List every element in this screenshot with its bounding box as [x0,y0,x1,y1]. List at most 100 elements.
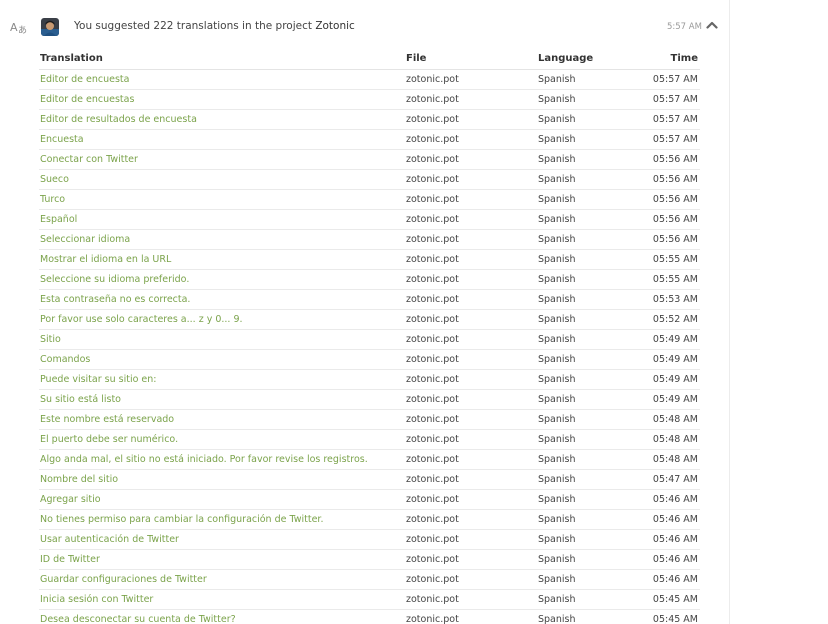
table-row: Inicia sesión con Twitter zotonic.pot Span… [39,590,700,610]
translation-link[interactable]: Mostrar el idioma en la URL [40,253,171,266]
file-name: zotonic.pot [406,414,459,425]
table-row: El puerto debe ser numérico. zotonic.pot S… [39,430,700,450]
file-name: zotonic.pot [406,434,459,445]
file-name: zotonic.pot [406,294,459,305]
translation-link[interactable]: Su sitio está listo [40,393,121,406]
table-row: Turco zotonic.pot Spanish 05:56 AM [39,190,700,210]
language-name: Spanish [538,294,576,305]
file-name: zotonic.pot [406,594,459,605]
table-row: Seleccione su idioma preferido. zotonic.p… [39,270,700,290]
file-name: zotonic.pot [406,194,459,205]
translation-link[interactable]: Algo anda mal, el sitio no está iniciado… [40,453,368,466]
translation-link[interactable]: ID de Twitter [40,553,100,566]
row-time: 05:56 AM [652,174,698,185]
translation-link[interactable]: Desea desconectar su cuenta de Twitter? [40,613,236,624]
table-row: Este nombre está reservado zotonic.pot Spa… [39,410,700,430]
row-time: 05:57 AM [652,74,698,85]
translation-link[interactable]: No tienes permiso para cambiar la config… [40,513,323,526]
file-name: zotonic.pot [406,354,459,365]
language-name: Spanish [538,174,576,185]
translation-link[interactable]: Nombre del sitio [40,473,118,486]
table-row: Esta contraseña no es correcta. zotonic.p… [39,290,700,310]
language-name: Spanish [538,94,576,105]
translation-link[interactable]: Sitio [40,333,61,346]
row-time: 05:48 AM [652,454,698,465]
table-row: Por favor use solo caracteres a... z y 0… [39,310,700,330]
translation-link[interactable]: Español [40,213,77,226]
translation-link[interactable]: Editor de encuesta [40,73,129,86]
file-name: zotonic.pot [406,614,459,624]
table-row: Editor de encuestas zotonic.pot Spanish 05:… [39,90,700,110]
column-header-language: Language [538,53,594,64]
row-time: 05:48 AM [652,414,698,425]
translations-table: Translation File Language Time Editor de… [39,50,700,624]
activity-feed: A あ You suggested 222 translations in th… [0,0,828,624]
table-row: Usar autenticación de Twitter zotonic.pot… [39,530,700,550]
table-row: Conectar con Twitter zotonic.pot Spanish 05… [39,150,700,170]
table-row: Puede visitar su sitio en: zotonic.pot Spa… [39,370,700,390]
file-name: zotonic.pot [406,394,459,405]
language-name: Spanish [538,214,576,225]
row-time: 05:45 AM [652,614,698,624]
svg-text:A: A [10,21,18,34]
language-name: Spanish [538,254,576,265]
table-row: Sueco zotonic.pot Spanish 05:56 AM [39,170,700,190]
language-name: Spanish [538,114,576,125]
translation-link[interactable]: Agregar sitio [40,493,101,506]
column-header-translation: Translation [40,53,103,64]
translation-link[interactable]: Inicia sesión con Twitter [40,593,153,606]
translation-link[interactable]: Puede visitar su sitio en: [40,373,157,386]
row-time: 05:46 AM [652,534,698,545]
row-time: 05:57 AM [652,114,698,125]
table-row: Sitio zotonic.pot Spanish 05:49 AM [39,330,700,350]
row-time: 05:56 AM [652,234,698,245]
translation-link[interactable]: Este nombre está reservado [40,413,174,426]
translation-link[interactable]: Usar autenticación de Twitter [40,533,179,546]
file-name: zotonic.pot [406,254,459,265]
language-name: Spanish [538,614,576,624]
translation-link[interactable]: Guardar configuraciones de Twitter [40,573,207,586]
language-name: Spanish [538,154,576,165]
translation-link[interactable]: Editor de encuestas [40,93,134,106]
row-time: 05:56 AM [652,194,698,205]
translation-link[interactable]: Esta contraseña no es correcta. [40,293,190,306]
file-name: zotonic.pot [406,454,459,465]
translation-link[interactable]: Comandos [40,353,90,366]
svg-text:あ: あ [18,25,27,35]
language-name: Spanish [538,194,576,205]
avatar[interactable] [41,18,59,36]
language-name: Spanish [538,434,576,445]
project-link[interactable]: Zotonic [315,20,355,32]
translation-link[interactable]: Sueco [40,173,69,186]
language-name: Spanish [538,74,576,85]
translation-link[interactable]: Turco [40,193,65,206]
translation-link[interactable]: Por favor use solo caracteres a... z y 0… [40,313,243,326]
table-row: Seleccionar idioma zotonic.pot Spanish 05:5… [39,230,700,250]
row-time: 05:46 AM [652,494,698,505]
language-name: Spanish [538,274,576,285]
translation-link[interactable]: Editor de resultados de encuesta [40,113,197,126]
table-row: Español zotonic.pot Spanish 05:56 AM [39,210,700,230]
file-name: zotonic.pot [406,94,459,105]
row-time: 05:46 AM [652,574,698,585]
chevron-up-icon[interactable] [706,20,718,30]
row-time: 05:53 AM [652,294,698,305]
file-name: zotonic.pot [406,514,459,525]
translation-link[interactable]: Encuesta [40,133,84,146]
file-name: zotonic.pot [406,334,459,345]
column-header-time: Time [670,53,698,64]
file-name: zotonic.pot [406,494,459,505]
table-row: Nombre del sitio zotonic.pot Spanish 05:47 … [39,470,700,490]
language-name: Spanish [538,554,576,565]
table-row: Editor de resultados de encuesta zotonic.… [39,110,700,130]
language-name: Spanish [538,354,576,365]
translation-link[interactable]: Conectar con Twitter [40,153,138,166]
row-time: 05:49 AM [652,334,698,345]
file-name: zotonic.pot [406,214,459,225]
file-name: zotonic.pot [406,474,459,485]
translation-link[interactable]: El puerto debe ser numérico. [40,433,178,446]
row-time: 05:52 AM [652,314,698,325]
row-time: 05:49 AM [652,374,698,385]
translation-link[interactable]: Seleccionar idioma [40,233,130,246]
translation-link[interactable]: Seleccione su idioma preferido. [40,273,189,286]
